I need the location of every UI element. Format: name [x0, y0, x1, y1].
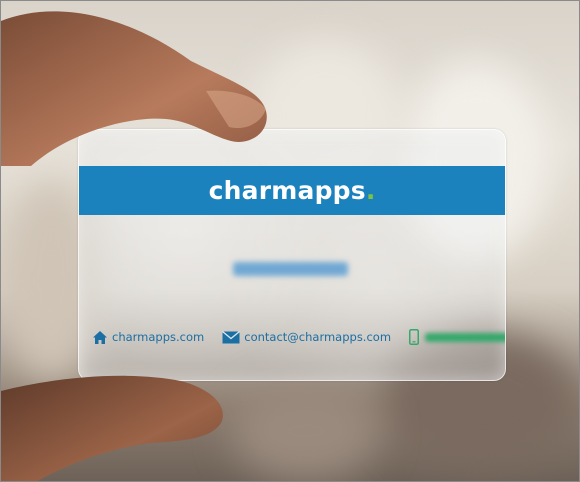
blurred-phone-number	[425, 332, 505, 342]
business-card: charmapps. charmapps.com contact@charmap…	[78, 129, 506, 381]
background-furniture	[231, 381, 381, 481]
brand-band: charmapps.	[79, 166, 505, 215]
phone-icon	[409, 329, 420, 345]
home-icon	[93, 330, 107, 344]
blurred-cardholder-name	[233, 262, 348, 276]
contact-row: charmapps.com contact@charmapps.com	[92, 327, 505, 347]
envelope-icon	[222, 330, 241, 343]
website-text: charmapps.com	[112, 330, 205, 344]
hand-top	[1, 11, 267, 166]
hand-bottom	[1, 375, 223, 481]
website-item: charmapps.com	[92, 330, 204, 345]
email-text: contact@charmapps.com	[244, 330, 392, 344]
brand-name: charmapps	[208, 176, 366, 205]
phone-item	[409, 329, 505, 345]
brand-dot: .	[365, 176, 376, 205]
photo-frame: charmapps. charmapps.com contact@charmap…	[0, 0, 580, 482]
email-item: contact@charmapps.com	[222, 330, 391, 344]
